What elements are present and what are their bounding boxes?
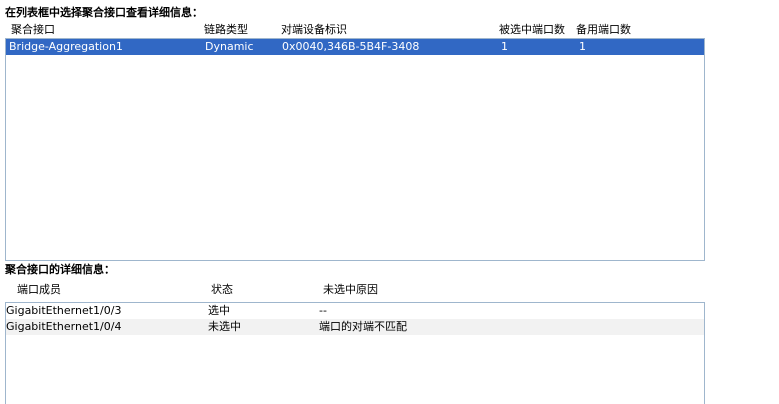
- cell-peer-device-id: 0x0040,346B-5B4F-3408: [282, 40, 420, 53]
- column-header-standby-ports[interactable]: 备用端口数: [576, 23, 631, 37]
- aggregation-interface-list[interactable]: Bridge-Aggregation1 Dynamic 0x0040,346B-…: [5, 38, 705, 261]
- detail-section-title: 聚合接口的详细信息：: [5, 263, 115, 276]
- cell-unselected-reason: 端口的对端不匹配: [319, 320, 407, 333]
- cell-interface: Bridge-Aggregation1: [9, 40, 123, 53]
- cell-status: 未选中: [208, 320, 241, 333]
- detail-list-row[interactable]: GigabitEthernet1/0/3 选中 --: [6, 303, 704, 319]
- port-member-detail-list[interactable]: GigabitEthernet1/0/3 选中 -- GigabitEthern…: [5, 302, 705, 404]
- aggregation-list-row[interactable]: Bridge-Aggregation1 Dynamic 0x0040,346B-…: [6, 39, 704, 55]
- column-header-unselected-reason[interactable]: 未选中原因: [323, 283, 378, 297]
- cell-unselected-reason: --: [319, 304, 327, 317]
- detail-list-row[interactable]: GigabitEthernet1/0/4 未选中 端口的对端不匹配: [6, 319, 704, 335]
- cell-selected-ports: 1: [501, 40, 508, 53]
- column-header-selected-ports[interactable]: 被选中端口数: [499, 23, 565, 37]
- cell-standby-ports: 1: [579, 40, 586, 53]
- cell-link-type: Dynamic: [205, 40, 254, 53]
- cell-status: 选中: [208, 304, 230, 317]
- column-header-link-type[interactable]: 链路类型: [204, 23, 248, 37]
- column-header-aggregation-interface[interactable]: 聚合接口: [11, 23, 55, 37]
- cell-port-member: GigabitEthernet1/0/4: [6, 320, 122, 333]
- column-header-status[interactable]: 状态: [211, 283, 233, 297]
- column-header-peer-device-id[interactable]: 对端设备标识: [281, 23, 347, 37]
- aggregation-section-title: 在列表框中选择聚合接口查看详细信息：: [5, 6, 203, 19]
- column-header-port-member[interactable]: 端口成员: [17, 283, 61, 297]
- cell-port-member: GigabitEthernet1/0/3: [6, 304, 122, 317]
